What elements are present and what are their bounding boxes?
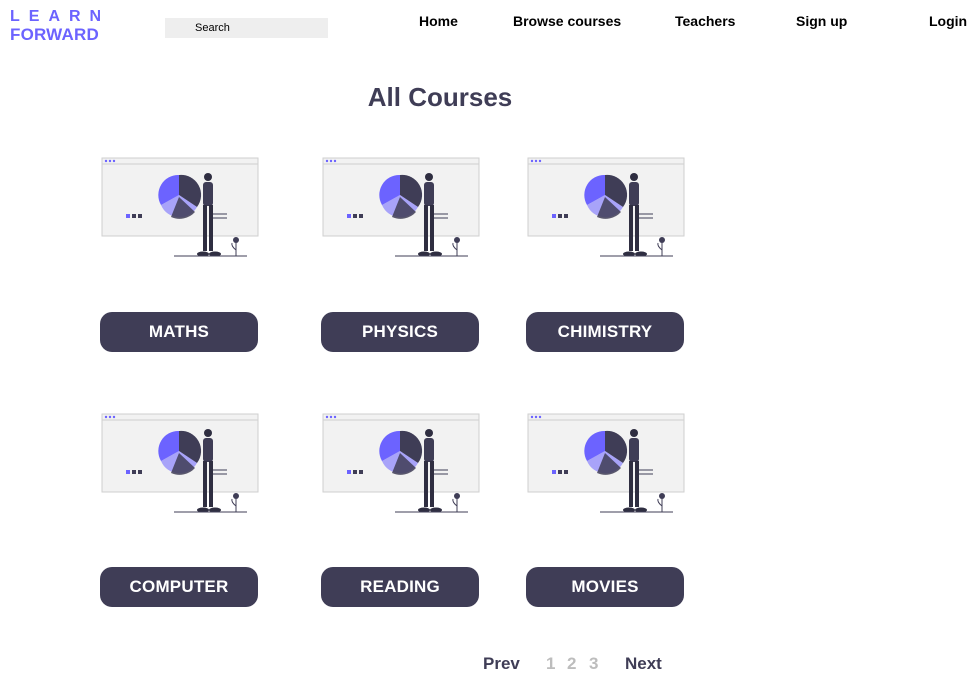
pagination-page-1[interactable]: 1 bbox=[546, 654, 555, 673]
logo-bottom-text: FORWARD bbox=[10, 25, 99, 44]
course-button-chimistry[interactable]: CHIMISTRY bbox=[526, 312, 684, 352]
course-button-reading[interactable]: READING bbox=[321, 567, 479, 607]
nav-sign-up[interactable]: Sign up bbox=[796, 13, 847, 29]
course-illustration-maths[interactable] bbox=[99, 150, 259, 260]
course-illustration-physics[interactable] bbox=[320, 150, 480, 260]
search-input[interactable] bbox=[165, 18, 328, 38]
course-illustration-reading[interactable] bbox=[320, 406, 480, 516]
nav-teachers[interactable]: Teachers bbox=[675, 13, 735, 29]
logo[interactable]: LEARN FORWARD bbox=[10, 8, 120, 44]
page-title: All Courses bbox=[367, 82, 513, 112]
pagination-next[interactable]: Next bbox=[625, 654, 662, 673]
pagination-prev[interactable]: Prev bbox=[483, 654, 520, 673]
course-button-computer[interactable]: COMPUTER bbox=[100, 567, 258, 607]
course-illustration-computer[interactable] bbox=[99, 406, 259, 516]
pagination-page-3[interactable]: 3 bbox=[589, 654, 598, 673]
nav-home[interactable]: Home bbox=[419, 13, 458, 29]
logo-top-text: LEARN bbox=[10, 8, 111, 25]
page: LEARN FORWARD Home Browse courses Teache… bbox=[0, 0, 970, 673]
course-button-movies[interactable]: MOVIES bbox=[526, 567, 684, 607]
nav-login[interactable]: Login bbox=[929, 13, 967, 29]
course-illustration-chimistry[interactable] bbox=[525, 150, 685, 260]
course-button-physics[interactable]: PHYSICS bbox=[321, 312, 479, 352]
course-button-maths[interactable]: MATHS bbox=[100, 312, 258, 352]
pagination-page-2[interactable]: 2 bbox=[567, 654, 576, 673]
nav-browse-courses[interactable]: Browse courses bbox=[513, 13, 621, 29]
course-illustration-movies[interactable] bbox=[525, 406, 685, 516]
